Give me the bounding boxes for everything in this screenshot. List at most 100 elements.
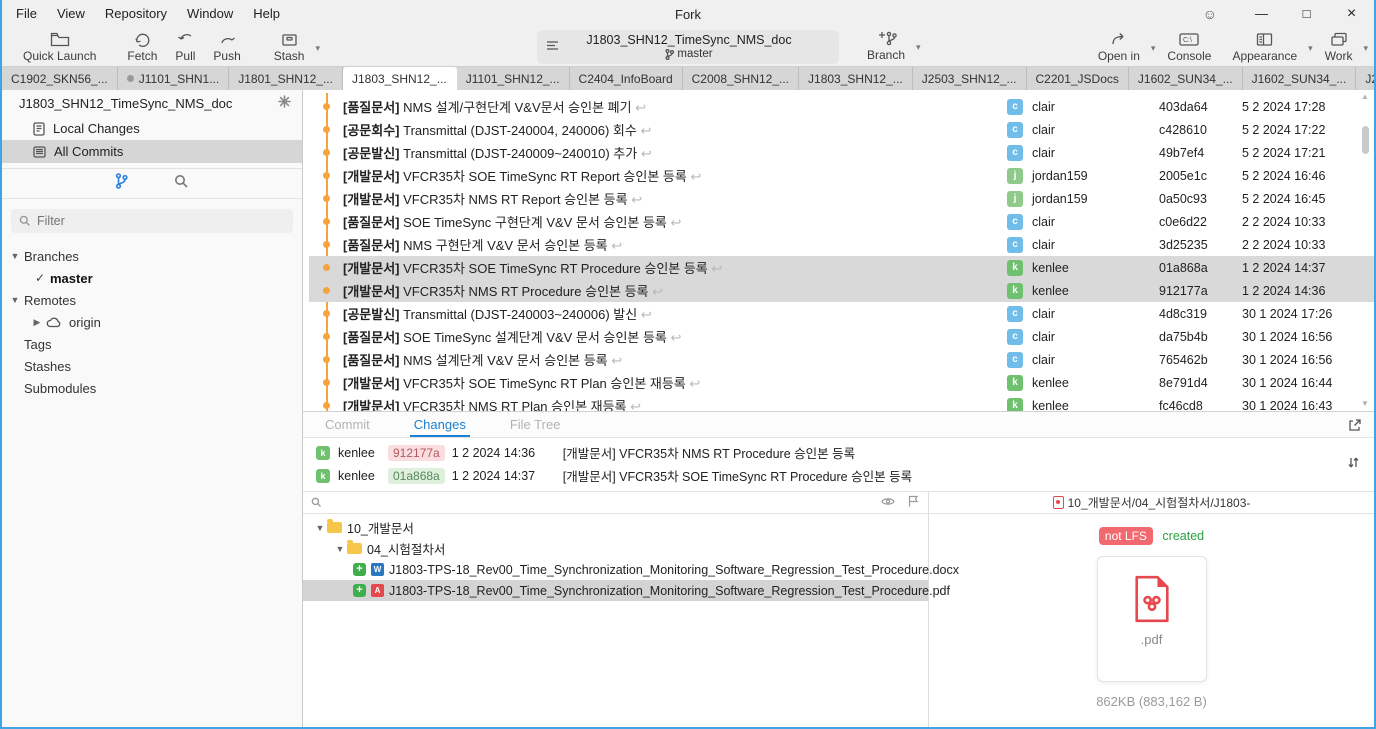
author-avatar: c <box>1007 145 1023 161</box>
feedback-smiley-icon[interactable]: ☺ <box>1203 6 1217 22</box>
pull-button[interactable]: Pull <box>175 31 195 63</box>
scrollbar-thumb[interactable] <box>1362 126 1369 154</box>
tree-remotes[interactable]: ▼ Remotes <box>2 289 302 311</box>
commit-hash: 403da64 <box>1159 100 1242 114</box>
tree-folder-row[interactable]: ▼ 10_개발문서 <box>303 517 928 538</box>
tree-tags[interactable]: Tags <box>2 333 302 355</box>
menu-view[interactable]: View <box>47 0 95 28</box>
commit-row[interactable]: [품질문서] NMS 구현단계 V&V 문서 승인본 등록 ↩ c clair … <box>309 233 1374 256</box>
preview-path: 10_개발문서/04_시험절차서/J1803- <box>929 492 1374 514</box>
check-icon: ✓ <box>32 271 48 285</box>
search-view-icon[interactable] <box>174 174 189 194</box>
commit-row[interactable]: [공문회수] Transmittal (DJST-240004, 240006)… <box>309 118 1374 141</box>
search-icon[interactable] <box>311 497 322 508</box>
caret-down-icon[interactable]: ▼ <box>8 295 22 305</box>
tab-file-tree[interactable]: File Tree <box>510 412 561 437</box>
repo-tab[interactable]: C2008_SHN12_... <box>683 67 799 90</box>
stash-chevron-icon[interactable]: ▾ <box>315 41 320 54</box>
repo-tab[interactable]: J1101_SHN1... <box>118 67 230 90</box>
repo-tab[interactable]: C2201_JSDocs <box>1027 67 1129 90</box>
tree-remote-origin[interactable]: ▶ origin <box>2 311 302 333</box>
repo-tab[interactable]: J1602_SUN34_... <box>1129 67 1243 90</box>
commit-row[interactable]: [개발문서] VFCR35차 NMS RT Plan 승인본 재등록 ↩ k k… <box>309 394 1374 411</box>
commit-author: kenlee <box>1032 261 1069 275</box>
current-branch: master <box>677 48 712 61</box>
commit-author: kenlee <box>1032 284 1069 298</box>
work-chevron-icon[interactable]: ▾ <box>1363 41 1368 54</box>
commit-row[interactable]: [개발문서] VFCR35차 SOE TimeSync RT Procedure… <box>309 256 1374 279</box>
appearance-chevron-icon[interactable]: ▾ <box>1308 41 1313 54</box>
commit-row[interactable]: [개발문서] VFCR35차 NMS RT Report 승인본 등록 ↩ j … <box>309 187 1374 210</box>
commit-row[interactable]: [개발문서] VFCR35차 NMS RT Procedure 승인본 등록 ↩… <box>309 279 1374 302</box>
selected-commit-row[interactable]: k kenlee 01a868a 1 2 2024 14:37 [개발문서] V… <box>303 464 1374 487</box>
flag-icon[interactable] <box>908 494 918 512</box>
menu-window[interactable]: Window <box>177 0 243 28</box>
repo-tab[interactable]: J1803_SHN12_... <box>343 67 457 90</box>
caret-down-icon[interactable]: ▼ <box>8 251 22 261</box>
branch-chevron-icon[interactable]: ▾ <box>916 40 921 53</box>
stash-button[interactable]: Stash <box>274 31 305 63</box>
tree-stashes[interactable]: Stashes <box>2 355 302 377</box>
commit-message: [공문회수] Transmittal (DJST-240004, 240006)… <box>343 120 1007 139</box>
caret-right-icon[interactable]: ▶ <box>30 317 44 328</box>
tree-file-row[interactable]: + A J1803-TPS-18_Rev00_Time_Synchronizat… <box>303 580 928 601</box>
repo-selector[interactable]: J1803_SHN12_TimeSync_NMS_doc master <box>537 30 839 64</box>
swap-order-icon[interactable] <box>1347 455 1360 475</box>
caret-down-icon[interactable]: ▼ <box>313 523 327 533</box>
repo-tab[interactable]: J1801_SHN12_... <box>229 67 343 90</box>
repo-tab[interactable]: J2503_SHN12_... <box>1356 67 1376 90</box>
open-in-chevron-icon[interactable]: ▾ <box>1151 41 1156 54</box>
repo-tab[interactable]: J1803_SHN12_... <box>799 67 913 90</box>
commit-row[interactable]: [공문발신] Transmittal (DJST-240009~240010) … <box>309 141 1374 164</box>
scroll-up-icon[interactable]: ▲ <box>1361 92 1369 102</box>
caret-down-icon[interactable]: ▼ <box>333 544 347 554</box>
minimize-button[interactable]: — <box>1239 0 1284 28</box>
branch-filter[interactable] <box>11 209 293 233</box>
console-button[interactable]: C:\ Console <box>1167 31 1211 63</box>
maximize-button[interactable]: □ <box>1284 0 1329 28</box>
work-button[interactable]: Work <box>1325 31 1353 63</box>
commit-row[interactable]: [품질문서] SOE TimeSync 구현단계 V&V 문서 승인본 등록 ↩… <box>309 210 1374 233</box>
filter-input[interactable] <box>37 214 293 228</box>
appearance-button[interactable]: Appearance <box>1232 31 1297 63</box>
menu-file[interactable]: File <box>6 0 47 28</box>
repo-tab[interactable]: J1101_SHN12_... <box>457 67 570 90</box>
commit-row[interactable]: [품질문서] NMS 설계단계 V&V 문서 승인본 등록 ↩ c clair … <box>309 348 1374 371</box>
repo-menu-icon[interactable] <box>546 38 559 56</box>
commit-row[interactable]: [품질문서] NMS 설계/구현단계 V&V문서 승인본 폐기 ↩ c clai… <box>309 95 1374 118</box>
commit-row[interactable]: [공문발신] Transmittal (DJST-240003~240006) … <box>309 302 1374 325</box>
tab-changes[interactable]: Changes <box>414 412 466 437</box>
menu-help[interactable]: Help <box>243 0 290 28</box>
preview-eye-icon[interactable] <box>881 494 895 512</box>
quick-launch-button[interactable]: Quick Launch <box>23 31 96 63</box>
sidebar-item-all-commits[interactable]: All Commits <box>2 140 302 163</box>
commit-row[interactable]: [품질문서] SOE TimeSync 설계단계 V&V 문서 승인본 등록 ↩… <box>309 325 1374 348</box>
commit-row[interactable]: [개발문서] VFCR35차 SOE TimeSync RT Report 승인… <box>309 164 1374 187</box>
close-button[interactable]: × <box>1329 0 1374 28</box>
repo-tab[interactable]: C2404_InfoBoard <box>570 67 683 90</box>
commit-list-scrollbar[interactable]: ▲ ▼ <box>1358 92 1372 409</box>
open-in-button[interactable]: Open in <box>1098 31 1140 63</box>
branches-view-icon[interactable] <box>115 173 128 194</box>
tree-submodules[interactable]: Submodules <box>2 377 302 399</box>
tree-file-row[interactable]: + W J1803-TPS-18_Rev00_Time_Synchronizat… <box>303 559 928 580</box>
open-external-icon[interactable] <box>1348 418 1362 437</box>
repo-tab[interactable]: J1602_SUN34_... <box>1243 67 1357 90</box>
repo-tab[interactable]: C1902_SKN56_... <box>2 67 118 90</box>
branch-button[interactable]: Branch <box>867 30 905 62</box>
tree-folder-row[interactable]: ▼ 04_시험절차서 <box>303 538 928 559</box>
push-button[interactable]: Push <box>213 31 240 63</box>
tree-branches[interactable]: ▼ Branches <box>2 245 302 267</box>
commit-date: 5 2 2024 16:46 <box>1242 169 1354 183</box>
tab-commit[interactable]: Commit <box>325 412 370 437</box>
selected-commit-row[interactable]: k kenlee 912177a 1 2 2024 14:36 [개발문서] V… <box>303 441 1374 464</box>
fetch-button[interactable]: Fetch <box>127 31 157 63</box>
scroll-down-icon[interactable]: ▼ <box>1361 399 1369 409</box>
tree-branch-master[interactable]: ✓ master <box>2 267 302 289</box>
sidebar-item-local-changes[interactable]: Local Changes <box>2 117 302 140</box>
menu-repository[interactable]: Repository <box>95 0 177 28</box>
commit-author: clair <box>1032 353 1055 367</box>
commit-row[interactable]: [개발문서] VFCR35차 SOE TimeSync RT Plan 승인본 … <box>309 371 1374 394</box>
repo-settings-icon[interactable] <box>278 95 291 113</box>
repo-tab[interactable]: J2503_SHN12_... <box>913 67 1027 90</box>
